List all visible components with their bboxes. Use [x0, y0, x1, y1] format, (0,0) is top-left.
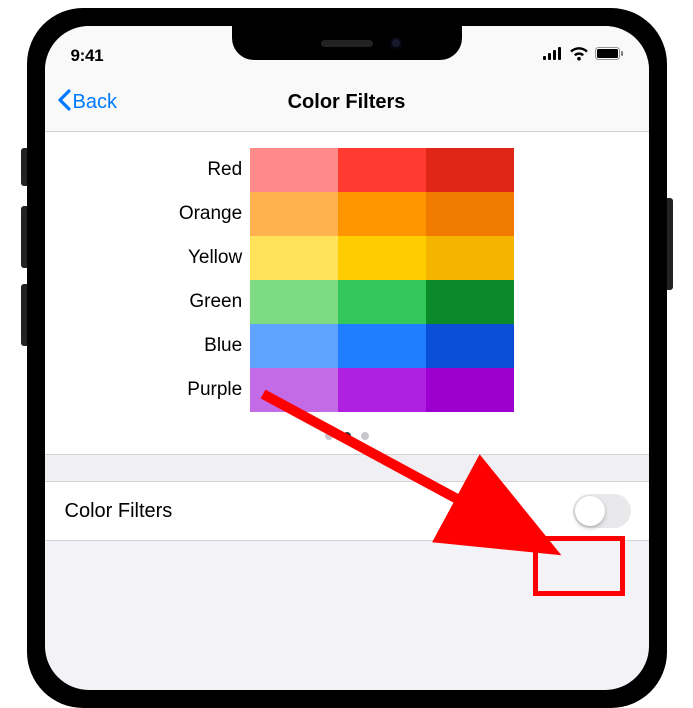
phone-frame: 9:41 Back Color Filters	[27, 8, 667, 708]
color-swatch	[426, 368, 514, 412]
color-swatch	[250, 192, 338, 236]
color-swatch	[426, 324, 514, 368]
color-row-label: Green	[179, 280, 242, 324]
color-swatch	[250, 148, 338, 192]
cellular-icon	[543, 47, 563, 65]
color-filters-toggle[interactable]	[573, 494, 631, 528]
color-filters-label: Color Filters	[65, 500, 173, 523]
page-title: Color Filters	[288, 91, 406, 114]
phone-hardware-buttons-left	[21, 148, 27, 362]
color-swatch	[250, 236, 338, 280]
toggle-knob	[575, 496, 605, 526]
color-row-label: Purple	[179, 368, 242, 412]
battery-icon	[595, 47, 623, 65]
color-swatch	[338, 148, 426, 192]
color-swatch	[338, 324, 426, 368]
color-filters-row: Color Filters	[45, 482, 649, 541]
page-indicator[interactable]	[45, 420, 649, 454]
color-swatch	[426, 192, 514, 236]
back-label: Back	[73, 91, 117, 114]
nav-bar: Back Color Filters	[45, 74, 649, 132]
color-swatch	[426, 236, 514, 280]
section-separator	[45, 454, 649, 482]
color-swatch	[338, 280, 426, 324]
color-grid	[250, 148, 514, 412]
status-time: 9:41	[71, 46, 104, 66]
color-swatch	[338, 368, 426, 412]
color-swatch	[426, 148, 514, 192]
screen: 9:41 Back Color Filters	[45, 26, 649, 690]
page-dot[interactable]	[361, 432, 369, 440]
color-preview-section: RedOrangeYellowGreenBluePurple	[45, 132, 649, 454]
wifi-icon	[569, 47, 589, 66]
page-dot[interactable]	[343, 432, 351, 440]
chevron-left-icon	[57, 89, 71, 117]
color-row-label: Yellow	[179, 236, 242, 280]
color-swatch	[250, 280, 338, 324]
color-swatch	[338, 236, 426, 280]
color-row-label: Orange	[179, 192, 242, 236]
notch	[232, 26, 462, 60]
color-swatch	[426, 280, 514, 324]
color-swatch	[338, 192, 426, 236]
color-row-label: Blue	[179, 324, 242, 368]
color-swatch	[250, 324, 338, 368]
page-dot[interactable]	[325, 432, 333, 440]
phone-hardware-buttons-right	[667, 198, 673, 310]
back-button[interactable]: Back	[57, 89, 117, 117]
color-swatch	[250, 368, 338, 412]
color-row-label: Red	[179, 148, 242, 192]
annotation-highlight-box	[533, 536, 625, 596]
